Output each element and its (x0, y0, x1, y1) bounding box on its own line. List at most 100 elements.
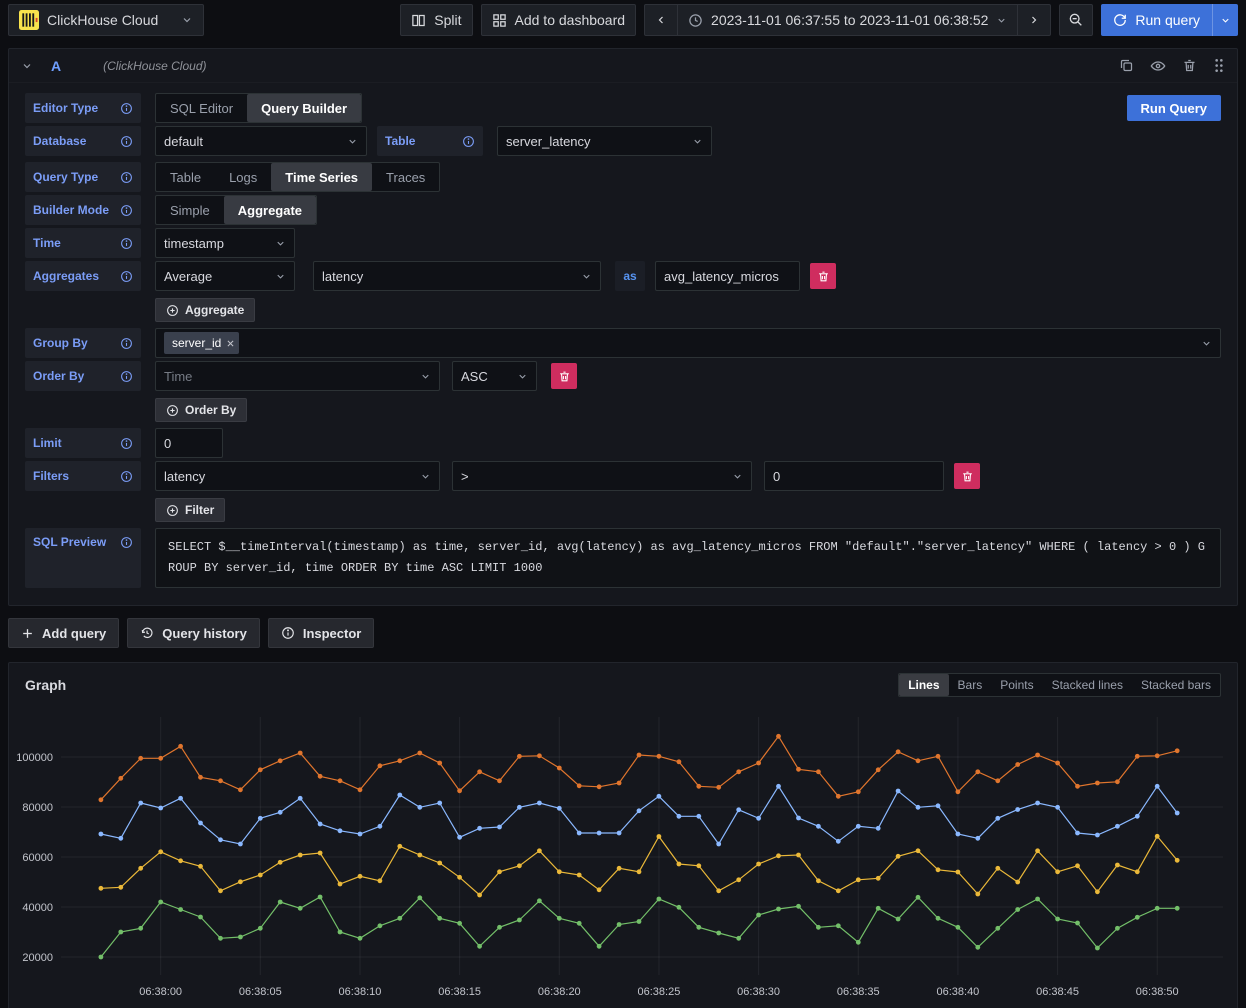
run-query-dropdown-button[interactable] (1212, 4, 1238, 36)
drag-handle-icon[interactable] (1213, 58, 1225, 73)
info-icon[interactable] (120, 437, 133, 450)
data-point (198, 864, 203, 869)
info-icon[interactable] (120, 470, 133, 483)
graph-style-stacked-lines[interactable]: Stacked lines (1043, 674, 1132, 696)
add-query-button[interactable]: Add query (8, 618, 119, 648)
editor-type-sql-editor[interactable]: SQL Editor (156, 94, 247, 122)
data-point (677, 905, 682, 910)
time-shift-forward-button[interactable] (1018, 4, 1051, 36)
graph-style-bars[interactable]: Bars (949, 674, 992, 696)
refresh-icon (1113, 13, 1127, 27)
group-by-multiselect[interactable]: server_id (155, 328, 1221, 358)
database-select[interactable]: default (155, 126, 367, 156)
order-by-direction-select[interactable]: ASC (452, 361, 537, 391)
query-type-logs[interactable]: Logs (215, 163, 271, 191)
top-toolbar: ClickHouse Cloud Split Add to dashboard (0, 0, 1246, 40)
time-series-chart[interactable]: 2000040000600008000010000006:38:0006:38:… (9, 701, 1237, 1005)
data-point (1135, 814, 1140, 819)
data-point (378, 878, 383, 883)
field-label-editor-type: Editor Type (25, 93, 141, 123)
data-point (916, 758, 921, 763)
chevron-right-icon (1028, 14, 1040, 26)
query-history-button[interactable]: Query history (127, 618, 260, 648)
time-range-picker[interactable]: 2023-11-01 06:37:55 to 2023-11-01 06:38:… (678, 4, 1018, 36)
data-point (238, 879, 243, 884)
limit-input[interactable]: 0 (155, 428, 223, 458)
remove-aggregate-button[interactable] (810, 263, 836, 289)
x-axis-tick-label: 06:38:35 (837, 986, 880, 998)
datasource-picker[interactable]: ClickHouse Cloud (8, 4, 204, 36)
data-point (1155, 784, 1160, 789)
query-type-table[interactable]: Table (156, 163, 215, 191)
query-type-traces[interactable]: Traces (372, 163, 439, 191)
delete-query-trash-icon[interactable] (1182, 58, 1197, 73)
data-point (1075, 863, 1080, 868)
data-point (378, 824, 383, 829)
graph-style-points[interactable]: Points (991, 674, 1042, 696)
add-to-dashboard-button[interactable]: Add to dashboard (481, 4, 637, 36)
filter-value-input[interactable]: 0 (764, 461, 944, 491)
data-point (597, 887, 602, 892)
table-select[interactable]: server_latency (497, 126, 712, 156)
run-query-panel-button[interactable]: Run Query (1127, 95, 1221, 121)
info-icon[interactable] (120, 337, 133, 350)
trash-icon (558, 370, 571, 383)
data-point (397, 793, 402, 798)
data-point (497, 778, 502, 783)
data-point (397, 916, 402, 921)
data-point (437, 761, 442, 766)
graph-style-stacked-bars[interactable]: Stacked bars (1132, 674, 1220, 696)
info-icon[interactable] (462, 135, 475, 148)
add-aggregate-button[interactable]: Aggregate (155, 298, 255, 322)
info-icon[interactable] (120, 270, 133, 283)
remove-chip-icon[interactable] (226, 339, 235, 348)
data-point (716, 842, 721, 847)
series-line (101, 836, 1177, 895)
inspector-button[interactable]: Inspector (268, 618, 375, 648)
chevron-down-icon (275, 238, 286, 249)
split-button[interactable]: Split (400, 4, 472, 36)
info-icon[interactable] (120, 204, 133, 217)
info-icon[interactable] (120, 237, 133, 250)
graph-style-lines[interactable]: Lines (899, 674, 948, 696)
query-header[interactable]: A (ClickHouse Cloud) (9, 49, 1237, 83)
field-label-time: Time (25, 228, 141, 258)
editor-type-query-builder[interactable]: Query Builder (247, 94, 361, 122)
aggregate-column-select[interactable]: latency (313, 261, 601, 291)
filter-column-select[interactable]: latency (155, 461, 440, 491)
zoom-out-icon (1068, 12, 1084, 28)
query-type-time-series[interactable]: Time Series (271, 163, 372, 191)
zoom-out-button[interactable] (1059, 4, 1093, 36)
info-icon[interactable] (120, 171, 133, 184)
data-point (1075, 784, 1080, 789)
data-point (776, 734, 781, 739)
info-icon[interactable] (120, 536, 133, 549)
info-icon[interactable] (120, 135, 133, 148)
add-order-by-button[interactable]: Order By (155, 398, 247, 422)
remove-filter-button[interactable] (954, 463, 980, 489)
aggregate-alias-input[interactable]: avg_latency_micros (655, 261, 800, 291)
duplicate-query-icon[interactable] (1119, 58, 1134, 73)
time-column-select[interactable]: timestamp (155, 228, 295, 258)
data-point (1115, 779, 1120, 784)
info-icon[interactable] (120, 102, 133, 115)
aggregate-function-select[interactable]: Average (155, 261, 295, 291)
builder-mode-simple[interactable]: Simple (156, 196, 224, 224)
collapse-chevron-icon[interactable] (21, 60, 33, 72)
remove-order-by-button[interactable] (551, 363, 577, 389)
data-point (696, 863, 701, 868)
graph-style-toggle: Lines Bars Points Stacked lines Stacked … (898, 673, 1221, 697)
run-query-button[interactable]: Run query (1101, 4, 1212, 36)
data-point (597, 784, 602, 789)
hide-query-eye-icon[interactable] (1150, 58, 1166, 74)
data-point (278, 900, 283, 905)
data-point (1095, 889, 1100, 894)
field-label-sql-preview: SQL Preview (25, 528, 141, 588)
filter-operator-select[interactable]: > (452, 461, 752, 491)
info-icon[interactable] (120, 370, 133, 383)
order-by-field-select[interactable]: Time (155, 361, 440, 391)
add-filter-button[interactable]: Filter (155, 498, 225, 522)
data-point (417, 895, 422, 900)
builder-mode-aggregate[interactable]: Aggregate (224, 196, 316, 224)
time-shift-back-button[interactable] (644, 4, 678, 36)
